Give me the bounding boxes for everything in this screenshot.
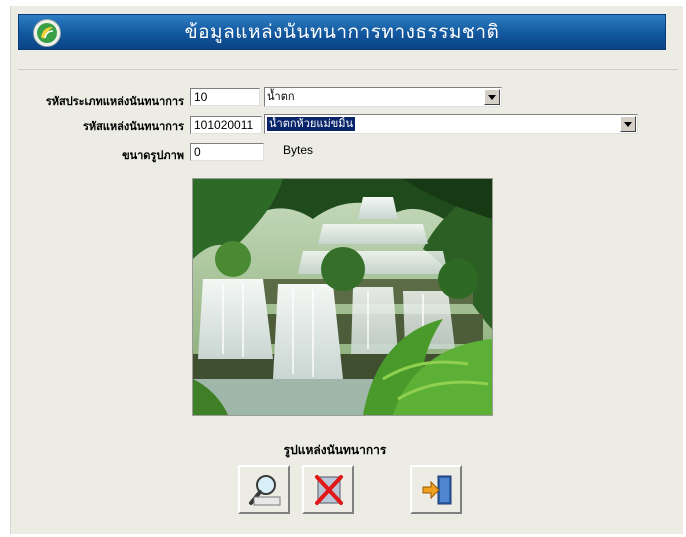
place-code-label: รหัสแหล่งนันทนาการ bbox=[82, 120, 184, 133]
browse-image-button[interactable] bbox=[238, 465, 290, 514]
delete-x-icon bbox=[315, 475, 343, 505]
place-name-select[interactable]: น้ำตกห้วยแม่ขมิ้น bbox=[264, 114, 638, 134]
dropdown-arrow-icon[interactable] bbox=[620, 116, 636, 132]
image-size-label: ขนาดรูปภาพ bbox=[122, 149, 184, 162]
category-name-value: น้ำตก bbox=[267, 90, 295, 103]
category-name-select[interactable]: น้ำตก bbox=[264, 87, 502, 107]
magnifier-icon bbox=[249, 475, 281, 506]
place-name-value: น้ำตกห้วยแม่ขมิ้น bbox=[267, 117, 356, 131]
exit-door-icon bbox=[422, 475, 452, 505]
place-code-input[interactable]: 101020011 bbox=[190, 116, 262, 134]
window-title: ข้อมูลแหล่งนันทนาการทางธรรมชาติ bbox=[184, 21, 500, 43]
exit-button[interactable] bbox=[410, 465, 462, 514]
category-code-label: รหัสประเภทแหล่งนันทนาการ bbox=[45, 95, 184, 108]
place-photo bbox=[192, 178, 493, 416]
divider bbox=[18, 69, 678, 70]
category-code-input[interactable]: 10 bbox=[190, 88, 260, 106]
title-banner: ข้อมูลแหล่งนันทนาการทางธรรมชาติ bbox=[18, 14, 666, 50]
image-size-unit: Bytes bbox=[283, 143, 314, 157]
delete-image-button[interactable] bbox=[302, 465, 354, 514]
dropdown-arrow-icon[interactable] bbox=[484, 89, 500, 105]
image-size-input[interactable]: 0 bbox=[190, 143, 264, 161]
photo-caption: รูปแหล่งนันทนาการ bbox=[283, 443, 387, 457]
